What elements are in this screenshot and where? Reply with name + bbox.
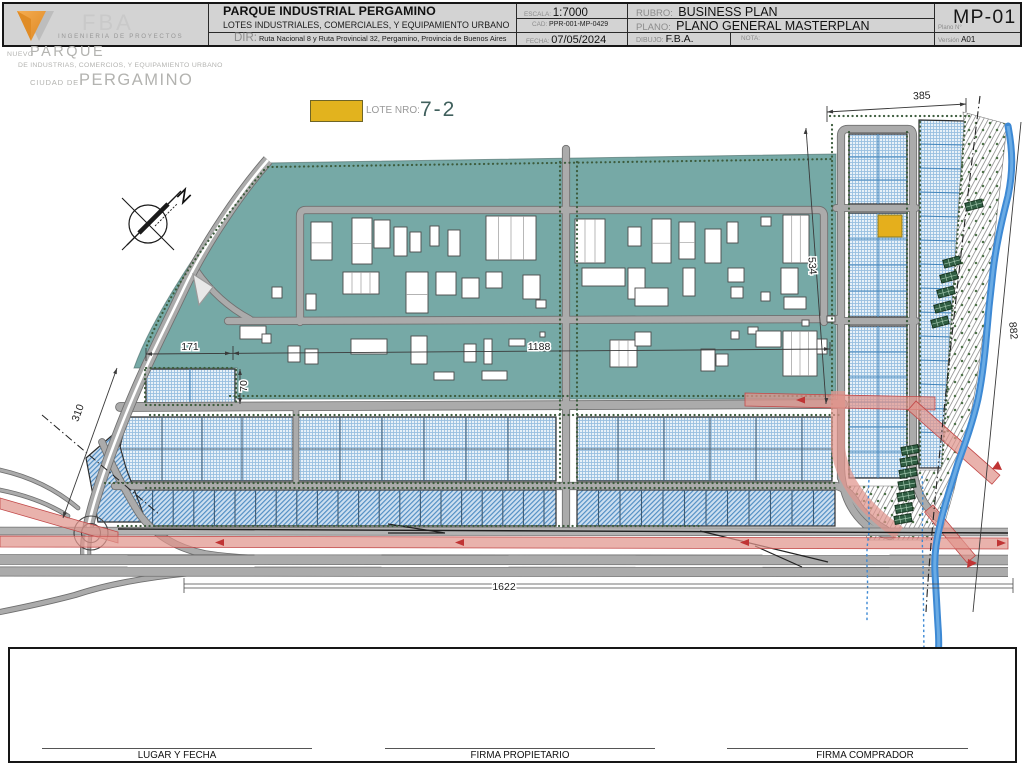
- svg-text:534: 534: [805, 257, 818, 275]
- svg-text:171: 171: [181, 341, 199, 353]
- svg-text:385: 385: [913, 89, 931, 102]
- svg-text:1188: 1188: [528, 341, 551, 353]
- svg-text:FBA: FBA: [82, 10, 134, 35]
- svg-text:70: 70: [238, 380, 250, 392]
- svg-text:882: 882: [1006, 321, 1020, 340]
- svg-text:INGENIERIA DE PROYECTOS: INGENIERIA DE PROYECTOS: [58, 33, 183, 40]
- svg-text:1622: 1622: [492, 581, 516, 593]
- svg-text:310: 310: [70, 403, 87, 424]
